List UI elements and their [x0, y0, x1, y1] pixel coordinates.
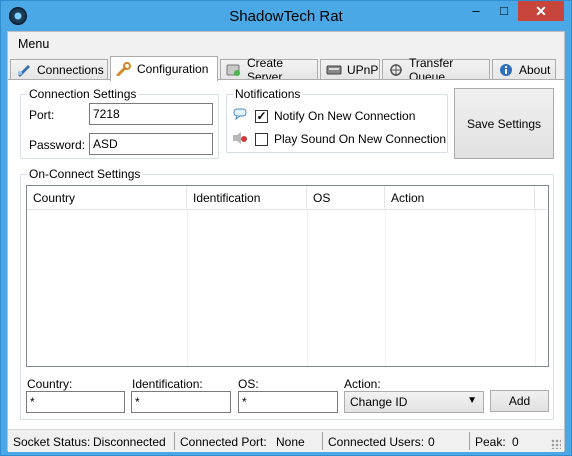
- column-header-country[interactable]: Country: [27, 186, 187, 210]
- list-header: Country Identification OS Action: [27, 186, 548, 210]
- close-button[interactable]: ✕: [518, 1, 564, 21]
- resize-grip[interactable]: [551, 439, 561, 449]
- tab-label: Configuration: [137, 62, 209, 76]
- title-bar[interactable]: ShadowTech Rat – □ ✕: [1, 1, 571, 31]
- tab-upnp[interactable]: UPnP: [320, 59, 380, 80]
- column-divider: [385, 210, 386, 366]
- tab-label: UPnP: [347, 63, 379, 77]
- connected-users-value: 0: [428, 435, 435, 449]
- speaker-muted-icon: [232, 131, 248, 148]
- wrench-icon: [116, 62, 132, 77]
- column-divider: [307, 210, 308, 366]
- maximize-button[interactable]: □: [490, 1, 518, 21]
- identification-field[interactable]: [131, 391, 231, 413]
- connected-port-value: None: [276, 435, 305, 449]
- port-field[interactable]: [89, 103, 213, 125]
- action-label: Action:: [344, 377, 381, 391]
- add-button[interactable]: Add: [490, 390, 549, 412]
- status-bar: Socket Status: Disconnected Connected Po…: [8, 429, 564, 452]
- balloon-icon: [233, 108, 247, 123]
- port-label: Port:: [29, 108, 55, 122]
- status-separator: [469, 432, 470, 450]
- country-label: Country:: [27, 377, 73, 391]
- notify-label: Notify On New Connection: [274, 109, 416, 123]
- tab-about[interactable]: About: [492, 59, 556, 80]
- os-field[interactable]: [238, 391, 338, 413]
- column-divider: [187, 210, 188, 366]
- country-field[interactable]: [26, 391, 125, 413]
- satellite-icon: [16, 63, 32, 77]
- status-separator: [174, 432, 175, 450]
- os-label: OS:: [238, 377, 259, 391]
- password-field[interactable]: [89, 133, 213, 155]
- tab-label: About: [519, 63, 551, 77]
- notify-checkbox[interactable]: ✓: [255, 110, 268, 123]
- sound-checkbox[interactable]: [255, 133, 268, 146]
- identification-label: Identification:: [132, 377, 203, 391]
- menu-item-menu[interactable]: Menu: [18, 37, 49, 51]
- column-divider: [535, 210, 536, 366]
- tab-connections[interactable]: Connections: [10, 59, 108, 80]
- password-label: Password:: [29, 138, 86, 152]
- on-connect-listview[interactable]: Country Identification OS Action: [26, 185, 549, 367]
- tab-strip: Connections Configuration Create Server …: [8, 56, 564, 84]
- status-separator: [322, 432, 323, 450]
- tab-label: Connections: [37, 63, 104, 77]
- connection-settings-group: Connection Settings Port: Password:: [20, 87, 219, 159]
- network-icon: [326, 63, 342, 77]
- tab-create-server[interactable]: Create Server: [220, 56, 318, 84]
- save-settings-button[interactable]: Save Settings: [454, 88, 554, 159]
- tab-configuration[interactable]: Configuration: [110, 56, 218, 81]
- notifications-group: Notifications ✓ Notify On New Connection…: [226, 87, 448, 153]
- action-selected-value: Change ID: [350, 395, 408, 409]
- action-dropdown[interactable]: Change ID ▼: [344, 391, 484, 413]
- group-title: On-Connect Settings: [27, 167, 143, 181]
- app-window: ShadowTech Rat – □ ✕ Menu Connections Co…: [0, 0, 572, 456]
- transfer-icon: [388, 63, 404, 77]
- column-header-identification[interactable]: Identification: [187, 186, 307, 210]
- sound-label: Play Sound On New Connection: [274, 132, 447, 146]
- socket-status-label: Socket Status:: [13, 435, 91, 449]
- minimize-button[interactable]: –: [462, 1, 490, 21]
- menu-bar: Menu: [8, 32, 564, 56]
- column-header-action[interactable]: Action: [385, 186, 535, 210]
- tab-transfer-queue[interactable]: Transfer Queue: [382, 56, 490, 84]
- client-area: Menu Connections Configuration Create Se…: [7, 31, 565, 452]
- socket-status-value: Disconnected: [93, 435, 166, 449]
- group-title: Connection Settings: [27, 87, 139, 101]
- chevron-down-icon: ▼: [467, 395, 477, 406]
- info-icon: [498, 63, 514, 77]
- peak-value: 0: [512, 435, 519, 449]
- peak-label: Peak:: [475, 435, 506, 449]
- connected-users-label: Connected Users:: [328, 435, 425, 449]
- connected-port-label: Connected Port:: [180, 435, 267, 449]
- group-title: Notifications: [233, 87, 303, 101]
- server-icon: [226, 63, 242, 77]
- column-header-os[interactable]: OS: [307, 186, 385, 210]
